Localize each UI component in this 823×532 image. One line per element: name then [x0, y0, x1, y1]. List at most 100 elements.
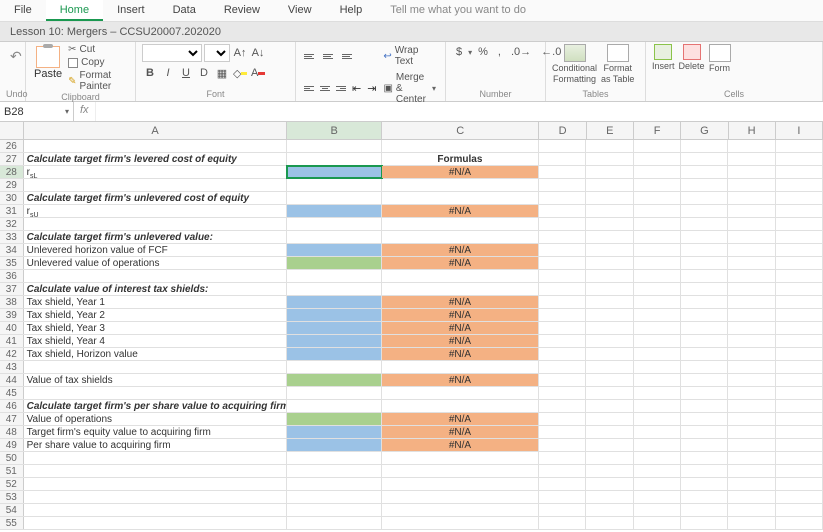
cell-I37[interactable] [776, 283, 823, 295]
col-header-H[interactable]: H [729, 122, 776, 139]
cell-D50[interactable] [539, 452, 586, 464]
cell-E49[interactable] [586, 439, 633, 451]
cell-H39[interactable] [728, 309, 775, 321]
row-header-39[interactable]: 39 [0, 309, 24, 321]
cell-G40[interactable] [681, 322, 728, 334]
row-header-37[interactable]: 37 [0, 283, 24, 295]
row-header-48[interactable]: 48 [0, 426, 24, 438]
row-header-33[interactable]: 33 [0, 231, 24, 243]
cell-E43[interactable] [586, 361, 633, 373]
font-color-button[interactable]: A [250, 65, 266, 81]
cell-B50[interactable] [287, 452, 382, 464]
cell-I30[interactable] [776, 192, 823, 204]
cell-G39[interactable] [681, 309, 728, 321]
cell-I53[interactable] [776, 491, 823, 503]
cell-F51[interactable] [634, 465, 681, 477]
cell-I47[interactable] [776, 413, 823, 425]
align-middle-button[interactable] [321, 48, 338, 64]
row-header-35[interactable]: 35 [0, 257, 24, 269]
increase-font-button[interactable]: A↑ [232, 45, 248, 61]
format-as-table-button[interactable]: Format as Table [601, 44, 634, 84]
cell-G42[interactable] [681, 348, 728, 360]
cell-I52[interactable] [776, 478, 823, 490]
cell-D48[interactable] [539, 426, 586, 438]
row-header-42[interactable]: 42 [0, 348, 24, 360]
row-header-41[interactable]: 41 [0, 335, 24, 347]
cell-H28[interactable] [728, 166, 775, 178]
cell-I29[interactable] [776, 179, 823, 191]
cell-G53[interactable] [681, 491, 728, 503]
cell-I27[interactable] [776, 153, 823, 165]
cell-C26[interactable] [382, 140, 539, 152]
cell-D47[interactable] [539, 413, 586, 425]
cell-B39[interactable] [287, 309, 382, 321]
increase-decimal-button[interactable]: .0→ [507, 44, 535, 60]
cell-I31[interactable] [776, 205, 823, 217]
merge-center-button[interactable]: ▣Merge & Center▾ [380, 71, 439, 106]
cell-B42[interactable] [287, 348, 382, 360]
cell-F27[interactable] [634, 153, 681, 165]
cell-D40[interactable] [539, 322, 586, 334]
cell-C39[interactable]: #N/A [382, 309, 539, 321]
cell-B26[interactable] [287, 140, 382, 152]
cell-B35[interactable] [287, 257, 382, 269]
cell-F36[interactable] [634, 270, 681, 282]
cell-A27[interactable]: Calculate target firm's levered cost of … [24, 153, 288, 165]
cell-G28[interactable] [681, 166, 728, 178]
cell-H53[interactable] [728, 491, 775, 503]
cell-I41[interactable] [776, 335, 823, 347]
cell-C33[interactable] [382, 231, 539, 243]
align-center-button[interactable] [318, 81, 332, 97]
cell-G46[interactable] [681, 400, 728, 412]
cell-A33[interactable]: Calculate target firm's unlevered value: [24, 231, 288, 243]
cell-A30[interactable]: Calculate target firm's unlevered cost o… [24, 192, 288, 204]
row-header-45[interactable]: 45 [0, 387, 24, 399]
row-header-32[interactable]: 32 [0, 218, 24, 230]
row-header-31[interactable]: 31 [0, 205, 24, 217]
cell-D29[interactable] [539, 179, 586, 191]
col-header-I[interactable]: I [776, 122, 823, 139]
cell-C36[interactable] [382, 270, 539, 282]
cell-E27[interactable] [586, 153, 633, 165]
align-left-button[interactable] [302, 81, 316, 97]
cell-C52[interactable] [382, 478, 539, 490]
tab-data[interactable]: Data [159, 0, 210, 21]
cell-G50[interactable] [681, 452, 728, 464]
strike-button[interactable]: D [196, 65, 212, 81]
cell-G43[interactable] [681, 361, 728, 373]
row-header-55[interactable]: 55 [0, 517, 24, 529]
tab-review[interactable]: Review [210, 0, 274, 21]
cell-C37[interactable] [382, 283, 539, 295]
cell-E53[interactable] [586, 491, 633, 503]
cell-B47[interactable] [287, 413, 382, 425]
select-all-corner[interactable] [0, 122, 24, 139]
cell-A28[interactable]: rsL [24, 166, 288, 178]
tab-home[interactable]: Home [46, 0, 103, 21]
cell-B44[interactable] [287, 374, 382, 386]
cell-A51[interactable] [24, 465, 288, 477]
cell-A46[interactable]: Calculate target firm's per share value … [24, 400, 288, 412]
cell-H43[interactable] [728, 361, 775, 373]
row-header-29[interactable]: 29 [0, 179, 24, 191]
cell-F40[interactable] [634, 322, 681, 334]
cell-F45[interactable] [634, 387, 681, 399]
cell-F44[interactable] [634, 374, 681, 386]
cell-D46[interactable] [539, 400, 586, 412]
cell-F43[interactable] [634, 361, 681, 373]
font-name-select[interactable] [142, 44, 202, 62]
cell-D36[interactable] [539, 270, 586, 282]
cell-D28[interactable] [539, 166, 586, 178]
indent-increase-button[interactable]: ⇥ [365, 81, 378, 97]
cell-G30[interactable] [681, 192, 728, 204]
cell-E30[interactable] [586, 192, 633, 204]
cell-F39[interactable] [634, 309, 681, 321]
cell-G45[interactable] [681, 387, 728, 399]
cell-G54[interactable] [681, 504, 728, 516]
wrap-text-button[interactable]: ↩Wrap Text [380, 44, 439, 68]
cell-I50[interactable] [776, 452, 823, 464]
cell-E46[interactable] [586, 400, 633, 412]
cell-H51[interactable] [728, 465, 775, 477]
cell-A34[interactable]: Unlevered horizon value of FCF [24, 244, 288, 256]
cell-D27[interactable] [539, 153, 586, 165]
cell-H54[interactable] [728, 504, 775, 516]
